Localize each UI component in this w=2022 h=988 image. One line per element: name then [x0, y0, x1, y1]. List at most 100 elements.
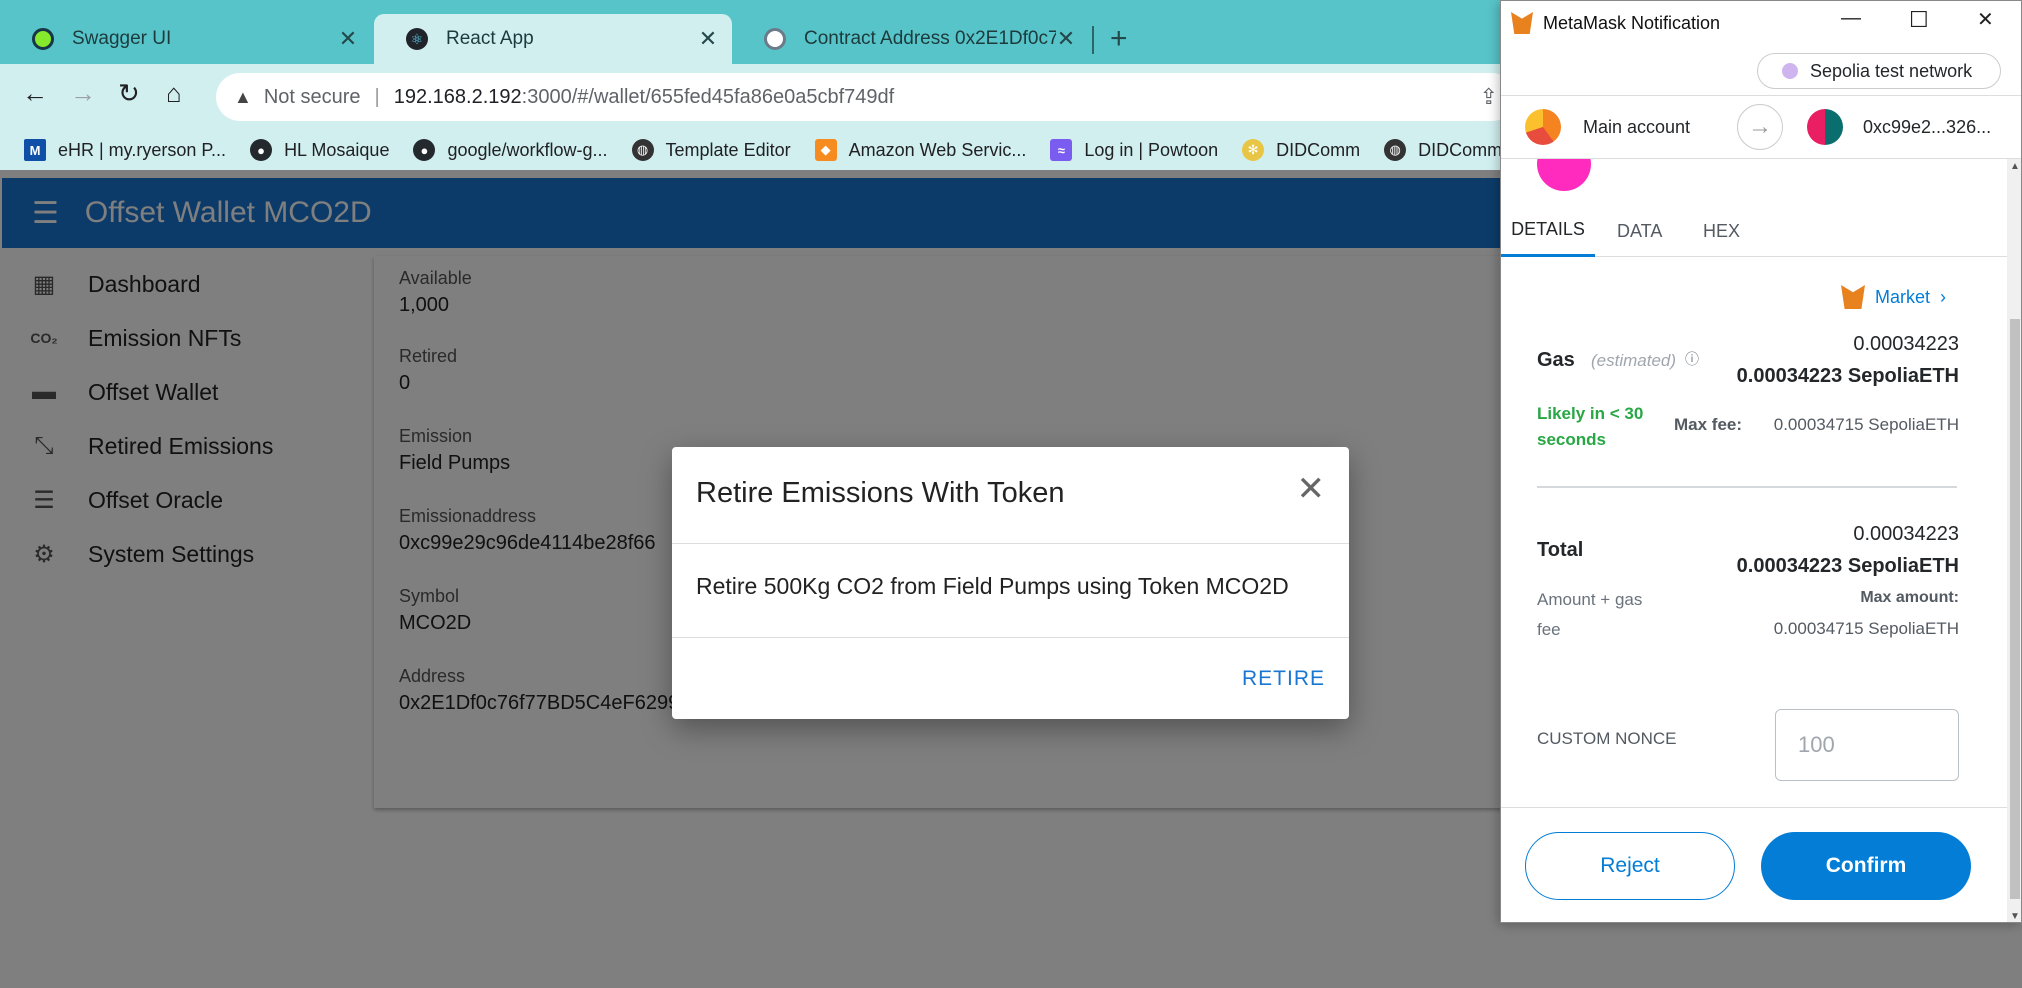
tab-react-app[interactable]: ⚛ React App ✕: [374, 14, 732, 64]
metamask-fox-icon: [1511, 12, 1533, 34]
network-label: Sepolia test network: [1810, 60, 1973, 81]
bookmark-didcomm[interactable]: ✻ DIDComm: [1242, 139, 1360, 161]
tab-hex[interactable]: HEX: [1703, 205, 1740, 257]
scroll-up-icon[interactable]: ▲: [2010, 161, 2020, 172]
bookmark-label: HL Mosaique: [284, 139, 390, 160]
minimize-icon[interactable]: —: [1841, 7, 1861, 30]
network-selector[interactable]: Sepolia test network: [1757, 53, 2001, 89]
react-icon: ⚛: [406, 28, 428, 50]
address-bar[interactable]: ▲ Not secure | 192.168.2.192 :3000/#/wal…: [216, 73, 1516, 121]
aws-icon: ◆: [814, 139, 837, 161]
custom-nonce-label: CUSTOM NONCE: [1537, 729, 1677, 748]
security-label: Not secure: [263, 85, 361, 108]
from-account-label[interactable]: Main account: [1583, 117, 1690, 138]
home-icon[interactable]: ⌂: [166, 78, 182, 109]
metamask-footer: Reject Confirm: [1501, 807, 2007, 922]
bookmark-powtoon[interactable]: ≈ Log in | Powtoon: [1050, 139, 1218, 161]
tab-swagger-ui[interactable]: Swagger UI ✕: [0, 14, 372, 64]
tab-label: Contract Address 0x2E1Df0c76f7...: [804, 28, 1056, 49]
gas-value-big: 0.00034223 SepoliaETH: [1736, 365, 1959, 387]
arrow-right-icon: →: [1737, 104, 1783, 150]
info-icon[interactable]: ⓘ: [1685, 349, 1699, 369]
bookmark-template-editor[interactable]: ◍ Template Editor: [631, 139, 791, 161]
custom-nonce-input[interactable]: 100: [1775, 709, 1959, 781]
market-gas-option[interactable]: Market ›: [1841, 285, 1946, 309]
tab-separator: [1092, 26, 1094, 54]
scrollbar-thumb[interactable]: [2010, 319, 2020, 899]
amount-gas-fee-label: Amount + gas fee: [1537, 590, 1643, 639]
total-value-small: 0.00034223: [1853, 523, 1959, 545]
max-amount-value: 0.00034715 SepoliaETH: [1773, 619, 1959, 638]
close-tab-icon[interactable]: ✕: [1056, 26, 1076, 52]
bookmark-label: Amazon Web Servic...: [848, 139, 1027, 160]
nonce-placeholder: 100: [1798, 732, 1835, 757]
ryerson-icon: M: [24, 139, 46, 161]
tab-data[interactable]: DATA: [1617, 205, 1662, 257]
tab-label: Swagger UI: [72, 28, 172, 49]
metamask-tabs: DETAILS DATA HEX: [1501, 205, 2007, 257]
dialog-divider: [672, 637, 1349, 638]
etherscan-icon: [764, 28, 786, 50]
share-icon[interactable]: ⇪: [1480, 84, 1498, 110]
tab-label: DETAILS: [1511, 219, 1585, 239]
warning-triangle-icon[interactable]: ▲: [234, 87, 252, 108]
gas-value-small: 0.00034223: [1853, 333, 1959, 355]
total-label: Total: [1537, 539, 1584, 561]
bookmark-hl-mosaique[interactable]: ● HL Mosaique: [250, 139, 389, 161]
close-tab-icon[interactable]: ✕: [698, 26, 718, 52]
confirm-button[interactable]: Confirm: [1761, 832, 1971, 900]
bookmark-ehr[interactable]: MeHR | my.ryerson P...: [24, 139, 226, 161]
dialog-message: Retire 500Kg CO2 from Field Pumps using …: [696, 573, 1289, 599]
forward-arrow-icon[interactable]: →: [70, 78, 96, 109]
retire-emissions-dialog: Retire Emissions With Token ✕ Retire 500…: [672, 447, 1349, 719]
gas-estimated-label: (estimated): [1591, 351, 1677, 370]
market-label: Market: [1875, 286, 1931, 307]
didcomm-icon: ✻: [1242, 139, 1265, 161]
bookmark-google-workflow[interactable]: ● google/workflow-g...: [413, 139, 608, 161]
fox-icon: [1841, 285, 1865, 309]
tab-label: React App: [446, 28, 534, 49]
reload-icon[interactable]: ↻: [118, 78, 140, 109]
account-bar: Main account → 0xc99e2...326...: [1501, 95, 2021, 159]
maximize-icon[interactable]: ☐: [1909, 7, 1929, 33]
bookmark-label: DIDComm: [1276, 139, 1361, 160]
swagger-icon: [32, 28, 54, 50]
section-divider: [1537, 486, 1957, 488]
reject-label: Reject: [1600, 854, 1660, 877]
max-fee-label: Max fee:: [1674, 415, 1743, 434]
new-tab-icon[interactable]: +: [1110, 22, 1128, 56]
scroll-down-icon[interactable]: ▼: [2010, 911, 2020, 922]
tab-details[interactable]: DETAILS: [1501, 205, 1595, 257]
bookmark-aws[interactable]: ◆ Amazon Web Servic...: [814, 139, 1027, 161]
dialog-divider: [672, 543, 1349, 544]
likely-time-label: Likely in < 30 seconds: [1537, 404, 1644, 449]
to-account-avatar: [1807, 109, 1843, 145]
chevron-right-icon: ›: [1940, 286, 1947, 307]
metamask-titlebar: MetaMask Notification — ☐ ✕: [1501, 1, 2021, 45]
bookmark-label: DIDComm: [1418, 139, 1503, 160]
powtoon-icon: ≈: [1050, 139, 1073, 161]
bookmark-label: google/workflow-g...: [447, 139, 608, 160]
url-path: :3000/#/wallet/655fed45fa86e0a5cbf749df: [521, 85, 895, 108]
retire-button[interactable]: RETIRE: [1242, 667, 1325, 691]
globe-icon: ◍: [1384, 139, 1407, 161]
window-title: MetaMask Notification: [1543, 12, 1721, 33]
bookmark-didcomm-2[interactable]: ◍ DIDComm: [1384, 139, 1502, 161]
metamask-scrollbar[interactable]: ▲ ▼: [2007, 159, 2021, 922]
tab-label: HEX: [1703, 220, 1741, 241]
tab-contract-address[interactable]: Contract Address 0x2E1Df0c76f7... ✕: [732, 14, 1090, 64]
total-value-big: 0.00034223 SepoliaETH: [1736, 555, 1959, 577]
close-icon[interactable]: ✕: [1297, 469, 1326, 509]
contract-avatar: [1537, 159, 1591, 191]
reject-button[interactable]: Reject: [1525, 832, 1735, 900]
close-icon[interactable]: ✕: [1977, 7, 1994, 32]
tab-label: DATA: [1617, 220, 1663, 241]
dialog-title: Retire Emissions With Token: [696, 477, 1065, 509]
bookmark-label: eHR | my.ryerson P...: [58, 139, 227, 160]
from-account-avatar: [1525, 109, 1561, 145]
close-tab-icon[interactable]: ✕: [338, 26, 358, 52]
url-host: 192.168.2.192: [393, 85, 522, 108]
to-address-label[interactable]: 0xc99e2...326...: [1863, 117, 1991, 138]
confirm-label: Confirm: [1825, 854, 1907, 877]
back-arrow-icon[interactable]: ←: [22, 78, 48, 109]
